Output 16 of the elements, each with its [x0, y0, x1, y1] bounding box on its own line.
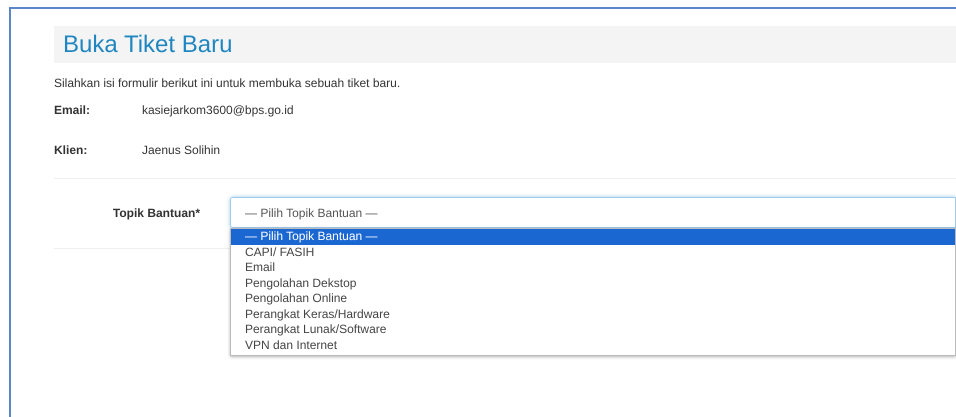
dropdown-option[interactable]: Pengolahan Dekstop — [231, 276, 955, 291]
field-value: Jaenus Solihin — [142, 142, 220, 159]
field-value: kasiejarkom3600@bps.go.id — [142, 102, 294, 119]
dropdown-option[interactable]: VPN dan Internet — [231, 338, 955, 353]
form-description: Silahkan isi formulir berikut ini untuk membuka sebuah tiket baru. — [54, 75, 402, 92]
page-title: Buka Tiket Baru — [63, 32, 232, 56]
dropdown-option[interactable]: Pengolahan Online — [231, 291, 955, 306]
dropdown-option[interactable]: Email — [231, 260, 955, 276]
field-label: Klien: — [54, 142, 88, 159]
dropdown-option[interactable]: CAPI/ FASIH — [231, 244, 955, 260]
topic-label: Topik Bantuan* — [112, 205, 201, 222]
field-label: Email: — [54, 102, 92, 119]
dropdown-option[interactable]: Perangkat Keras/Hardware — [231, 306, 955, 322]
dropdown-option[interactable]: Perangkat Lunak/Software — [231, 322, 955, 338]
dropdown-option[interactable]: — Pilih Topik Bantuan — — [231, 229, 955, 244]
topic-select[interactable]: — Pilih Topik Bantuan — — [230, 197, 956, 228]
